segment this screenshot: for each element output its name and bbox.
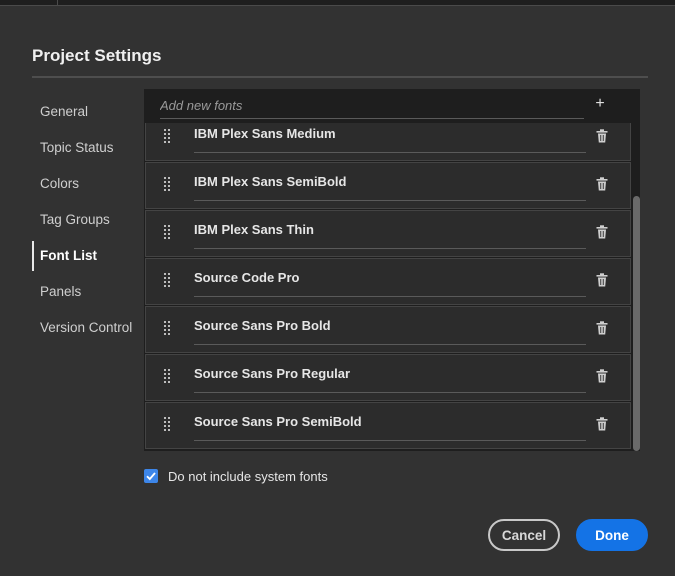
drag-handle-icon[interactable] — [164, 177, 174, 193]
drag-handle-icon[interactable] — [164, 369, 174, 385]
add-font-bar: + — [144, 89, 640, 123]
nav-item-version-control[interactable]: Version Control — [32, 310, 140, 346]
drag-handle-icon[interactable] — [164, 225, 174, 241]
plus-icon[interactable]: + — [592, 95, 608, 113]
font-name[interactable]: Source Sans Pro Regular — [194, 355, 586, 393]
nav-item-topic-status[interactable]: Topic Status — [32, 130, 140, 166]
drag-handle-icon[interactable] — [164, 129, 174, 145]
dialog-title: Project Settings — [32, 46, 162, 65]
font-name[interactable]: IBM Plex Sans SemiBold — [194, 163, 586, 201]
exclude-system-fonts-option: Do not include system fonts — [144, 468, 328, 484]
trash-icon[interactable] — [596, 129, 608, 143]
drag-handle-icon[interactable] — [164, 273, 174, 289]
trash-icon[interactable] — [596, 321, 608, 335]
settings-nav: General Topic Status Colors Tag Groups F… — [32, 94, 140, 346]
trash-icon[interactable] — [596, 177, 608, 191]
font-name[interactable]: IBM Plex Sans Medium — [194, 123, 586, 153]
nav-item-font-list[interactable]: Font List — [32, 238, 140, 274]
font-list-scrollbar[interactable] — [633, 123, 640, 451]
font-row[interactable]: IBM Plex Sans Thin — [145, 210, 631, 257]
font-name[interactable]: Source Sans Pro Bold — [194, 307, 586, 345]
trash-icon[interactable] — [596, 417, 608, 431]
done-button[interactable]: Done — [576, 519, 648, 551]
font-row[interactable]: Source Sans Pro SemiBold — [145, 402, 631, 449]
exclude-system-fonts-checkbox[interactable] — [144, 469, 158, 483]
drag-handle-icon[interactable] — [164, 321, 174, 337]
font-row[interactable]: IBM Plex Sans SemiBold — [145, 162, 631, 209]
font-row[interactable]: Source Sans Pro Regular — [145, 354, 631, 401]
scrollbar-thumb[interactable] — [633, 196, 640, 451]
font-name[interactable]: IBM Plex Sans Thin — [194, 211, 586, 249]
trash-icon[interactable] — [596, 369, 608, 383]
nav-item-panels[interactable]: Panels — [32, 274, 140, 310]
font-row[interactable]: Source Sans Pro Bold — [145, 306, 631, 353]
font-row[interactable]: IBM Plex Sans Medium — [145, 123, 631, 161]
exclude-system-fonts-label: Do not include system fonts — [168, 468, 328, 484]
cancel-button[interactable]: Cancel — [488, 519, 560, 551]
nav-item-general[interactable]: General — [32, 94, 140, 130]
font-list: IBM Plex Sans Medium IBM Plex Sans SemiB… — [144, 123, 640, 451]
trash-icon[interactable] — [596, 225, 608, 239]
checkmark-icon — [146, 472, 156, 481]
font-name[interactable]: Source Code Pro — [194, 259, 586, 297]
trash-icon[interactable] — [596, 273, 608, 287]
title-divider — [32, 76, 648, 78]
add-font-input[interactable] — [160, 93, 584, 119]
nav-item-tag-groups[interactable]: Tag Groups — [32, 202, 140, 238]
drag-handle-icon[interactable] — [164, 417, 174, 433]
nav-item-colors[interactable]: Colors — [32, 166, 140, 202]
font-name[interactable]: Source Sans Pro SemiBold — [194, 403, 586, 441]
font-row[interactable]: Source Code Pro — [145, 258, 631, 305]
